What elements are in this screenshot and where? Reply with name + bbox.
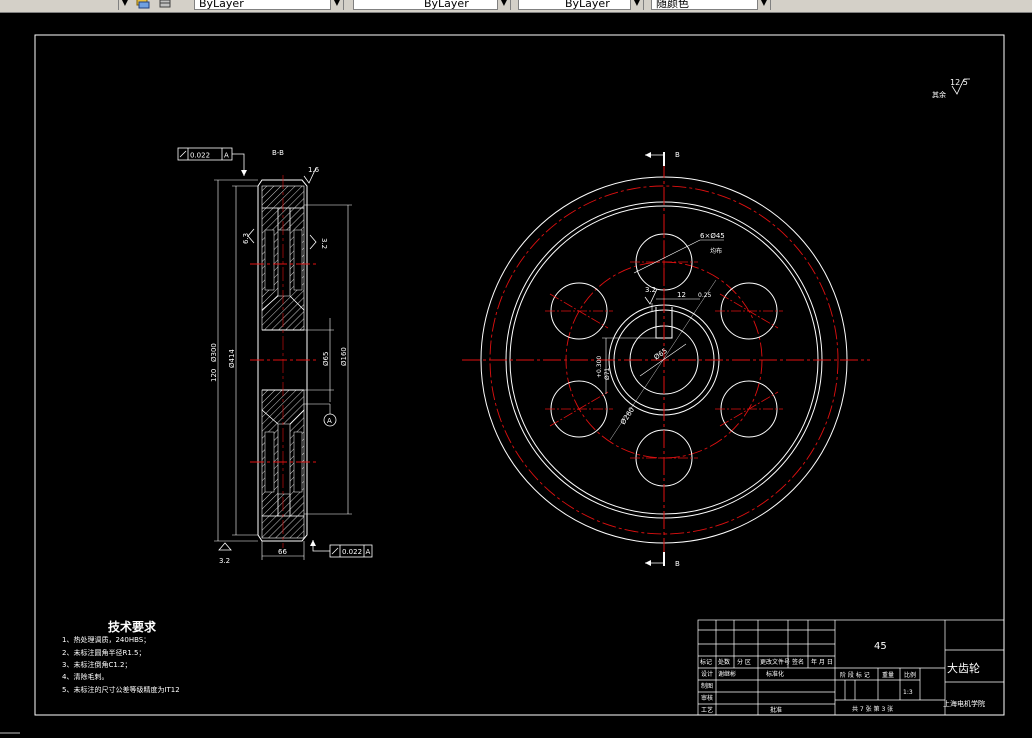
dim-key-tol: 0.25 xyxy=(698,292,712,299)
general-roughness-value: 12.5 xyxy=(950,78,968,87)
stage-label: 阶 段 标 记 xyxy=(840,671,870,679)
dim-holes-note: 均布 xyxy=(710,247,722,255)
role-label: 工艺 xyxy=(701,706,713,714)
section-view: B-B 0.022 A 1.6 120 Ø300 Ø414 Ø65 Ø160 6… xyxy=(177,147,373,565)
dropdown-arrow-icon[interactable]: ▼ xyxy=(757,0,770,10)
dim-tip: Ø300 xyxy=(210,343,218,362)
tech-req-item: 4、清除毛刺。 xyxy=(62,672,108,681)
sheet-info: 共 7 张 第 3 张 xyxy=(852,705,893,713)
tech-req-item: 5、未标注的尺寸公差等级精度为IT12 xyxy=(62,685,180,694)
company-name: 上海电机学院 xyxy=(943,699,985,708)
cut-label-top: B xyxy=(675,151,680,159)
drawing-canvas[interactable]: 其余 12.5 B-B 0.022 A 1.6 120 Ø300 Ø414 Ø6… xyxy=(0,13,1032,738)
scale-value: 1:3 xyxy=(903,689,913,696)
role-label: 制图 xyxy=(701,682,713,690)
tolerance-top-value: 0.022 xyxy=(190,152,210,160)
property-toolbar: ▼ ByLayer ▼ ByLayer ▼ ByLayer ▼ 随颜色 ▼ xyxy=(0,0,1032,13)
linetype-control-dropdown[interactable]: ByLayer xyxy=(353,0,511,10)
roughness-top-value: 1.6 xyxy=(308,166,320,174)
linetype-control-value: ByLayer xyxy=(424,0,469,10)
cut-label-bottom: B xyxy=(675,560,680,568)
general-roughness: 其余 12.5 xyxy=(932,78,970,99)
stage-label: 比例 xyxy=(904,671,916,679)
header-cell: 更改文件号 xyxy=(760,658,790,666)
header-cell: 签名 xyxy=(792,658,804,666)
front-view: B B 6×Ø45 均布 3.2 12 0.25 +0.300 Ø71 Ø65 xyxy=(462,151,870,568)
dropdown-arrow-icon[interactable]: ▼ xyxy=(630,0,643,10)
tolerance-frame-top: 0.022 A xyxy=(177,147,247,176)
datum-top-label: A xyxy=(224,152,229,160)
header-cell: 年 月 日 xyxy=(811,658,833,666)
header-cell: 处数 xyxy=(718,658,730,666)
datum-bottom-label: A xyxy=(366,548,371,556)
header-cell: 标记 xyxy=(700,658,712,666)
dim-width: 66 xyxy=(278,548,287,556)
material-value: 45 xyxy=(874,641,887,652)
plotstyle-control-dropdown[interactable]: 随颜色 xyxy=(651,0,771,10)
header-cell: 分 区 xyxy=(737,658,751,666)
roughness-left: 6.3 xyxy=(242,228,255,244)
lineweight-control-value: ByLayer xyxy=(565,0,610,10)
dim-holes: 6×Ø45 xyxy=(700,232,725,240)
tech-req-item: 3、未标注倒角C1.2； xyxy=(62,660,131,669)
layer-previous-icon[interactable] xyxy=(158,0,172,9)
roughness-top: 1.6 xyxy=(303,166,320,184)
section-label: B-B xyxy=(272,149,284,157)
approve-label: 批准 xyxy=(770,706,782,714)
tolerance-bottom-value: 0.022 xyxy=(342,548,362,556)
dim-bore: Ø65 xyxy=(653,347,669,362)
dim-hub2: Ø160 xyxy=(340,347,348,366)
stage-label: 重量 xyxy=(882,671,894,679)
role-label: 审核 xyxy=(701,694,713,702)
roughness-left-value: 6.3 xyxy=(242,233,250,244)
role-label: 设计 xyxy=(701,670,713,678)
datum-circle-label: A xyxy=(327,417,332,425)
roughness-bottom: 3.2 xyxy=(218,542,232,565)
layer-states-icon[interactable] xyxy=(136,0,150,9)
color-control-dropdown[interactable]: ByLayer xyxy=(194,0,344,10)
dim-pcd: Ø260 xyxy=(619,406,636,426)
title-block-text: 45 大齿轮 上海电机学院 1:3 共 7 张 第 3 张 标记 处数 分 区 … xyxy=(700,641,985,714)
dim-key-width: 12 xyxy=(677,291,686,299)
tech-requirements: 技术要求 1、热处理调质，240HBS； 2、未标注圆角半径R1.5； 3、未标… xyxy=(62,619,180,694)
color-control-value: ByLayer xyxy=(199,0,244,10)
dim-key-depth2: Ø71 xyxy=(604,367,611,380)
dim-key-depth: +0.300 xyxy=(596,356,603,378)
dropdown-arrow-icon[interactable]: ▼ xyxy=(118,0,131,10)
lineweight-control-dropdown[interactable]: ByLayer xyxy=(518,0,644,10)
tech-req-title: 技术要求 xyxy=(108,619,157,634)
general-roughness-label: 其余 xyxy=(932,90,946,99)
dim-hub1: Ø65 xyxy=(322,352,330,366)
cut-line-top: B xyxy=(645,151,680,166)
tech-req-item: 1、热处理调质，240HBS； xyxy=(62,635,150,644)
drawing-border xyxy=(34,34,1005,716)
roughness-key-value: 3.2 xyxy=(645,286,656,294)
designer-name: 谢继彬 xyxy=(718,670,736,678)
cut-line-bottom: B xyxy=(645,552,680,568)
roughness-right-value: 3.2 xyxy=(320,238,328,249)
tolerance-frame-bottom: 0.022 A xyxy=(310,540,373,558)
roughness-bottom-value: 3.2 xyxy=(219,557,230,565)
dropdown-arrow-icon[interactable]: ▼ xyxy=(330,0,343,10)
dropdown-arrow-icon[interactable]: ▼ xyxy=(497,0,510,10)
dim-overall: 120 xyxy=(210,369,218,382)
roughness-right: 3.2 xyxy=(309,234,328,250)
part-name: 大齿轮 xyxy=(947,661,980,675)
dim-outer: Ø414 xyxy=(228,349,236,368)
standardize-label: 标准化 xyxy=(766,670,784,678)
tech-req-item: 2、未标注圆角半径R1.5； xyxy=(62,648,145,657)
plotstyle-control-value: 随颜色 xyxy=(656,0,689,10)
